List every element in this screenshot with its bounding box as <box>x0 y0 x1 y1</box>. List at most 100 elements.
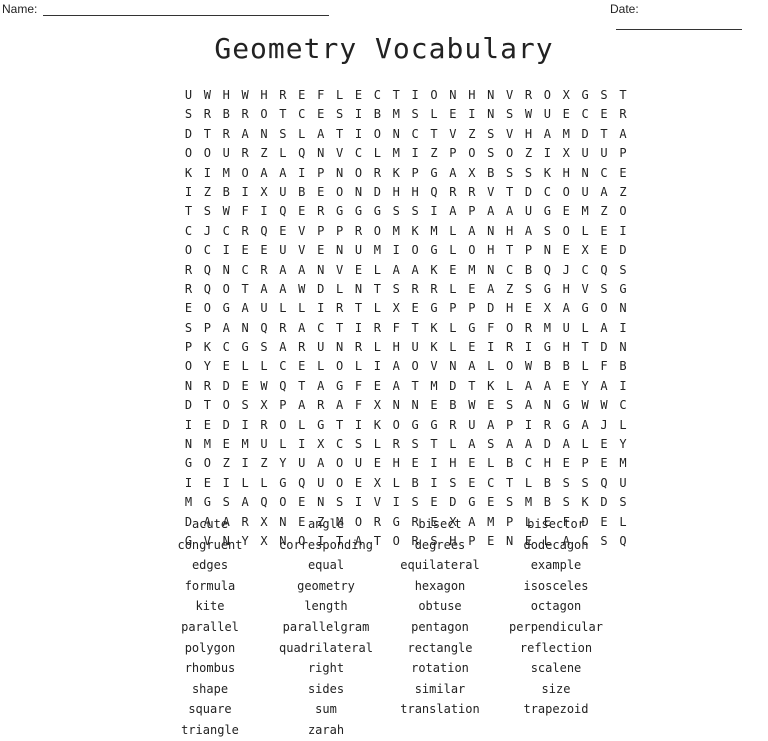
grid-cell: H <box>468 88 476 102</box>
grid-cell: N <box>317 262 325 277</box>
grid-cell: L <box>449 223 457 238</box>
grid-cell: R <box>354 223 363 238</box>
name-label: Name: <box>2 2 38 16</box>
word-list-item: pentagon <box>411 619 469 634</box>
grid-cell: X <box>562 146 570 161</box>
grid-cell: T <box>505 243 514 258</box>
word-list-item: bisector <box>527 517 585 531</box>
grid-cell: M <box>524 495 533 510</box>
grid-cell: E <box>241 378 249 393</box>
grid-cell: E <box>562 243 570 258</box>
grid-cell: F <box>354 398 363 413</box>
grid-cell: E <box>411 456 419 471</box>
grid-cell: D <box>619 243 627 258</box>
grid-cell: B <box>222 184 230 199</box>
grid-cell: N <box>543 243 551 258</box>
grid-cell: R <box>260 262 268 277</box>
grid-cell: B <box>562 359 570 374</box>
grid-cell: B <box>524 262 533 277</box>
grid-cell: I <box>241 417 249 432</box>
grid-cell: G <box>430 417 438 432</box>
word-list-item: scalene <box>530 661 582 676</box>
word-list-item: parallel <box>181 619 239 634</box>
grid-cell: L <box>335 281 344 296</box>
grid-cell: I <box>430 475 438 490</box>
name-blank-line <box>43 5 330 16</box>
grid-cell: O <box>562 184 570 199</box>
grid-cell: I <box>411 88 419 102</box>
grid-cell: M <box>430 223 438 238</box>
grid-cell: E <box>449 262 457 277</box>
grid-cell: H <box>222 88 230 102</box>
grid-cell: E <box>317 243 325 258</box>
grid-cell: O <box>184 146 193 161</box>
grid-cell: L <box>581 320 589 335</box>
grid-cell: S <box>260 340 268 355</box>
grid-cell: L <box>581 223 589 238</box>
grid-cell: P <box>468 204 476 219</box>
grid-cell: L <box>298 417 306 432</box>
grid-cell: A <box>335 398 344 413</box>
grid-cell: N <box>392 398 400 413</box>
grid-cell: A <box>241 301 249 316</box>
grid-row: NRDEWQTAGFEATMDTKLAAEYAI <box>179 377 632 396</box>
grid-cell: W <box>468 398 476 413</box>
grid-cell: A <box>260 281 268 296</box>
grid-cell: K <box>430 340 438 355</box>
grid-cell: F <box>600 359 608 374</box>
grid-cell: I <box>203 165 211 180</box>
grid-cell: A <box>600 184 608 199</box>
grid-cell: Q <box>619 533 627 548</box>
word-search-grid: UWHWHREFLECTIONHNVROXGSTSRBROTCESIBMSLEI… <box>179 86 632 551</box>
grid-cell: S <box>354 437 363 452</box>
grid-cell: V <box>335 146 344 161</box>
grid-cell: A <box>600 378 608 393</box>
grid-cell: Q <box>279 378 287 393</box>
grid-row: GOZIZYUAOUEHEIHELBCHEPEM <box>179 454 632 473</box>
grid-cell: N <box>335 165 344 180</box>
word-list-item: congruent <box>177 537 243 552</box>
grid-cell: H <box>543 456 551 471</box>
grid-cell: G <box>222 301 230 316</box>
word-list-item: rectangle <box>407 640 473 655</box>
grid-cell: V <box>487 184 495 199</box>
grid-cell: Q <box>600 262 608 277</box>
grid-cell: D <box>449 378 457 393</box>
grid-cell: K <box>203 340 211 355</box>
grid-cell: Z <box>619 184 627 199</box>
grid-cell: H <box>562 340 570 355</box>
grid-cell: H <box>505 223 514 238</box>
grid-cell: U <box>600 146 608 161</box>
grid-cell: W <box>524 359 533 374</box>
grid-cell: B <box>543 475 551 490</box>
grid-cell: U <box>317 340 325 355</box>
grid-cell: U <box>411 340 419 355</box>
grid-cell: U <box>581 184 589 199</box>
grid-cell: T <box>354 301 363 316</box>
grid-cell: L <box>487 359 495 374</box>
grid-cell: I <box>619 320 627 335</box>
grid-cell: A <box>505 437 514 452</box>
grid-cell: T <box>505 184 514 199</box>
grid-cell: A <box>562 437 570 452</box>
grid-cell: T <box>468 378 476 393</box>
grid-cell: O <box>203 456 211 471</box>
word-list-item: quadrilateral <box>279 640 373 655</box>
grid-cell: T <box>581 340 589 355</box>
grid-cell: D <box>373 184 381 199</box>
grid-cell: O <box>505 146 514 161</box>
grid-cell: N <box>619 301 627 316</box>
grid-cell: X <box>562 88 570 102</box>
grid-cell: O <box>335 475 344 490</box>
grid-cell: I <box>354 417 363 432</box>
grid-cell: G <box>335 204 344 219</box>
grid-cell: Q <box>260 495 268 510</box>
grid-cell: A <box>487 417 495 432</box>
word-list-item: degrees <box>414 537 466 552</box>
grid-cell: R <box>468 184 476 199</box>
grid-cell: E <box>430 398 438 413</box>
grid-cell: C <box>373 88 381 102</box>
word-list-item: parallelgram <box>282 619 370 634</box>
grid-cell: M <box>373 243 381 258</box>
grid-cell: L <box>335 88 344 102</box>
